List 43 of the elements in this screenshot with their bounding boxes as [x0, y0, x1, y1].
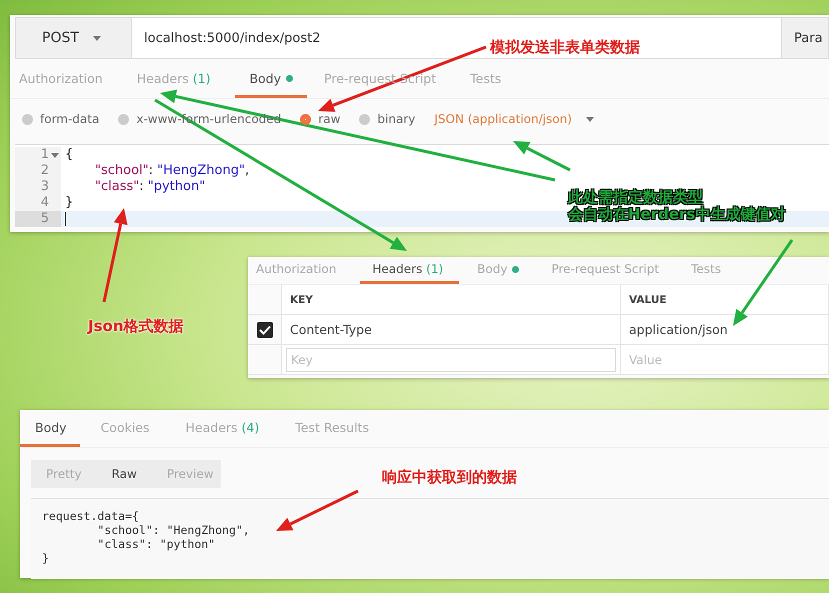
- key-input[interactable]: Key: [286, 348, 616, 372]
- view-mode-button[interactable]: Raw: [96, 460, 152, 488]
- view-mode-button[interactable]: Pretty: [31, 460, 97, 488]
- annotation-text: 响应中获取到的数据: [382, 469, 517, 486]
- table-cell: Content-Type: [282, 315, 621, 345]
- line-number: 1: [40, 147, 49, 163]
- column-header: KEY: [282, 285, 621, 315]
- code-line: "class": "python": [94, 179, 206, 195]
- code-line: "school": "HengZhong",: [94, 163, 250, 179]
- tab[interactable]: Headers (1): [128, 61, 228, 98]
- tab[interactable]: Tests: [683, 257, 735, 284]
- value-input[interactable]: Value: [625, 348, 815, 372]
- tab[interactable]: Body: [235, 61, 308, 98]
- tab[interactable]: Body: [469, 257, 534, 284]
- radio-option[interactable]: form-data: [22, 112, 100, 126]
- value-field[interactable]: Value: [621, 345, 829, 375]
- radio-option[interactable]: raw: [300, 112, 340, 126]
- code-line: }: [65, 195, 74, 211]
- tab[interactable]: Cookies: [86, 410, 165, 447]
- line-number: 5: [40, 211, 49, 227]
- content-type-dropdown[interactable]: JSON (application/json): [434, 112, 594, 126]
- caret-icon: [586, 116, 594, 122]
- line-number: 4: [40, 195, 49, 211]
- tab[interactable]: Headers (4): [170, 410, 274, 447]
- column-header: VALUE: [621, 285, 829, 315]
- tab[interactable]: Authorization: [10, 61, 120, 98]
- line-number: 2: [40, 163, 49, 179]
- code-line: {: [65, 147, 74, 163]
- view-mode-button[interactable]: Preview: [152, 460, 229, 488]
- tab[interactable]: Authorization: [248, 257, 350, 284]
- radio-option[interactable]: binary: [359, 112, 416, 126]
- tab[interactable]: Tests: [461, 61, 518, 98]
- fold-icon: [51, 152, 59, 158]
- tab[interactable]: Test Results: [280, 410, 384, 447]
- table-cell: application/json: [621, 315, 829, 345]
- annotation-text: 此处需指定数据类型: [568, 189, 703, 206]
- line-number: 3: [40, 179, 49, 195]
- tab[interactable]: Body: [20, 410, 80, 447]
- checkbox[interactable]: [256, 322, 272, 338]
- tab[interactable]: Pre-request Script: [543, 257, 674, 284]
- annotation-text: Json格式数据: [88, 318, 184, 335]
- response-text: request.data={ "school": "HengZhong", "class": "python" }: [42, 509, 250, 565]
- annotation-text: 会自动在Herders中生成键值对: [568, 206, 786, 223]
